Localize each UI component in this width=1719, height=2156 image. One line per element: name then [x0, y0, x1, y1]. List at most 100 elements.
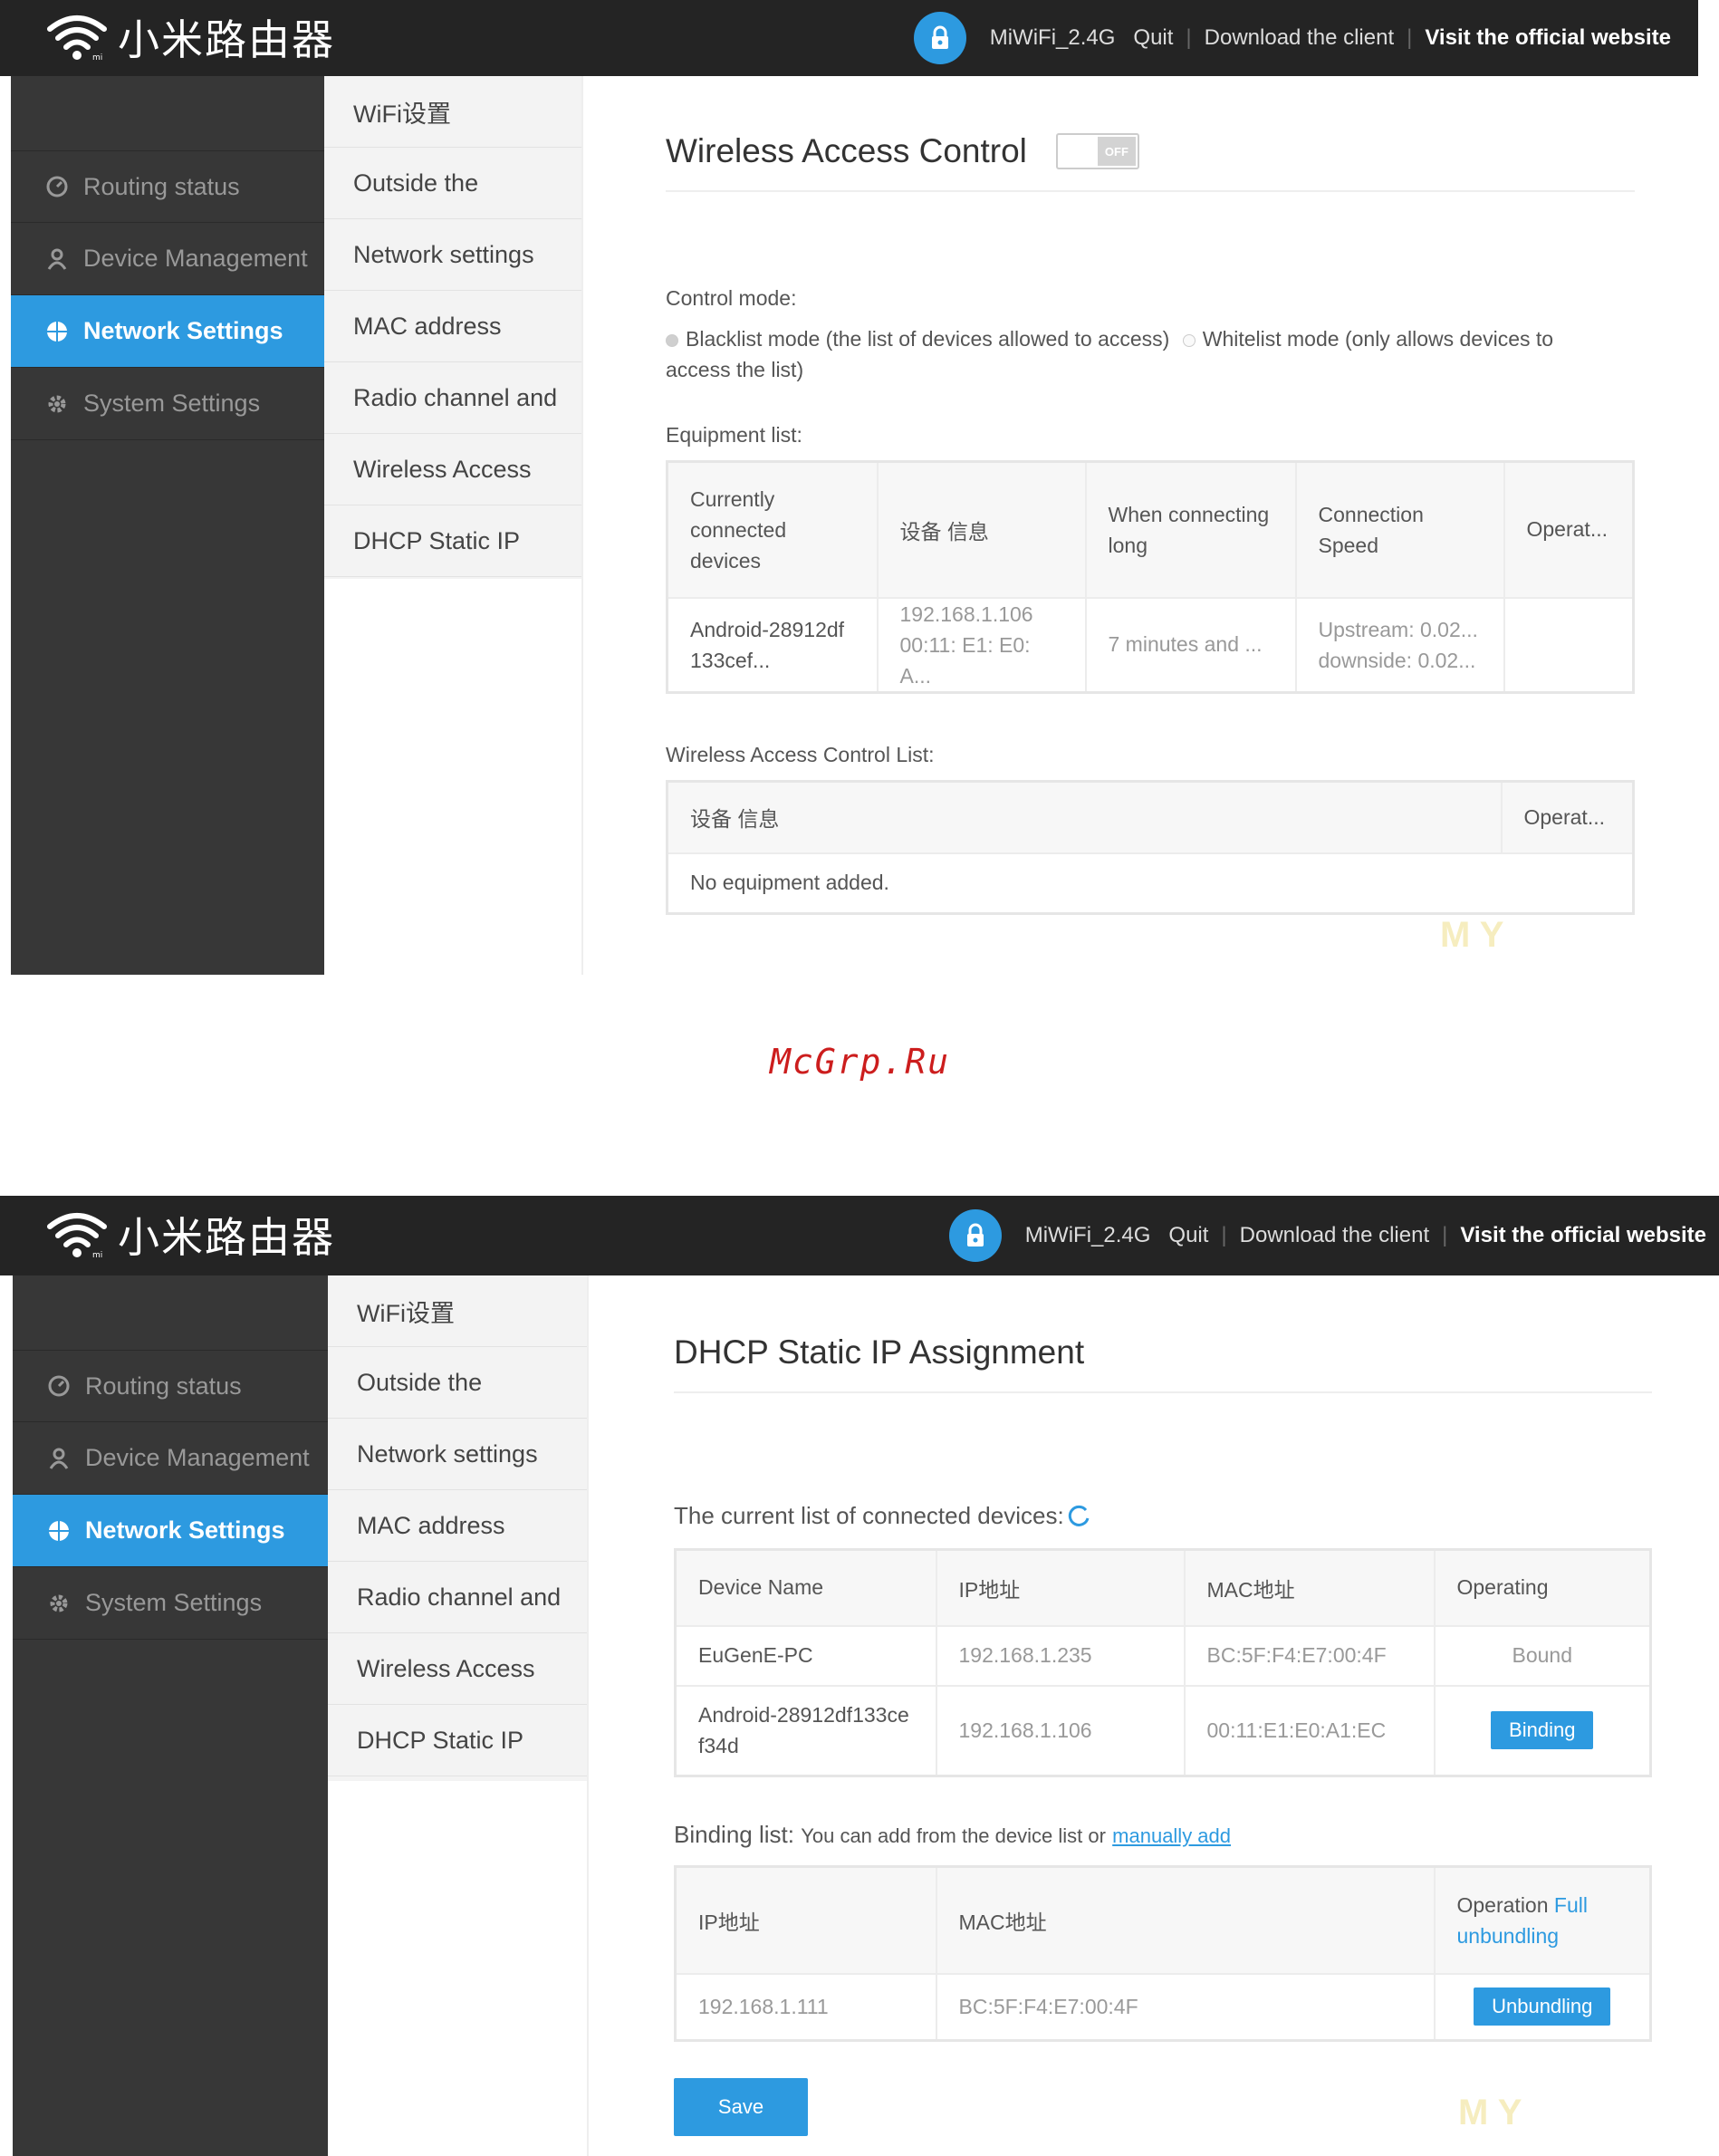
table-row: Android-28912df133cef34d 192.168.1.106 0… — [674, 1684, 1652, 1777]
refresh-icon[interactable] — [1068, 1505, 1091, 1528]
blacklist-radio[interactable] — [666, 333, 678, 347]
control-mode-options: Blacklist mode (the list of devices allo… — [666, 323, 1589, 385]
mac-cell: 00:11:E1:E0:A1:EC — [1183, 1684, 1436, 1777]
official-website-link[interactable]: Visit the official website — [1425, 25, 1671, 51]
brand-name: 小米路由器 — [118, 15, 335, 64]
sidebar-item-system-settings[interactable]: System Settings — [13, 1567, 328, 1640]
table-header-row: IP地址 MAC地址 Operation Full unbundling — [674, 1865, 1652, 1975]
submenu-item-dhcp-static-ip[interactable]: DHCP Static IP — [328, 1705, 587, 1776]
table-row: No equipment added. — [666, 852, 1635, 914]
whitelist-radio[interactable] — [1182, 333, 1196, 347]
submenu-item-dhcp-static-ip[interactable]: DHCP Static IP — [324, 505, 581, 577]
submenu-item-mac-address[interactable]: MAC address — [324, 291, 581, 362]
submenu-item-network-settings[interactable]: Network settings — [328, 1419, 587, 1490]
gear-icon — [47, 1592, 71, 1615]
table-row: 192.168.1.111 BC:5F:F4:E7:00:4F Unbundli… — [674, 1972, 1652, 2042]
speed-cell: Upstream: 0.02... downside: 0.02... — [1294, 596, 1505, 693]
lock-badge[interactable] — [948, 1209, 1002, 1262]
svg-text:mi: mi — [92, 1251, 102, 1259]
control-mode-label: Control mode: — [666, 286, 797, 310]
quit-link[interactable]: Quit — [1133, 25, 1173, 51]
page-title: Wireless Access Control OFF — [666, 132, 1635, 170]
column-header: IP地址 — [935, 1548, 1186, 1627]
ip-cell: 192.168.1.111 — [674, 1972, 937, 2042]
mac-cell: BC:5F:F4:E7:00:4F — [1183, 1624, 1436, 1687]
current-devices-text: The current list of connected devices: — [674, 1502, 1064, 1529]
brand-logo[interactable]: mi 小米路由器 — [45, 1205, 335, 1265]
user-icon — [47, 1447, 71, 1470]
sidebar-item-routing-status[interactable]: Routing status — [11, 150, 324, 223]
brand-logo[interactable]: mi 小米路由器 — [45, 7, 335, 67]
sidebar-item-system-settings[interactable]: System Settings — [11, 368, 324, 440]
submenu-item-outside[interactable]: Outside the — [328, 1347, 587, 1419]
sub-menu: WiFi设置 Outside the Network settings MAC … — [324, 76, 581, 579]
lock-badge[interactable] — [913, 12, 966, 64]
column-header: 设备 信息 — [666, 780, 1503, 854]
sidebar-item-label: Routing status — [83, 172, 240, 200]
empty-message: No equipment added. — [666, 852, 1635, 914]
blacklist-label[interactable]: Blacklist mode (the list of devices allo… — [686, 327, 1169, 351]
nav-separator: | — [1221, 1223, 1227, 1247]
ip-cell: 192.168.1.235 — [935, 1624, 1186, 1687]
device-name-cell: Android-28912df133cef34d — [674, 1684, 937, 1777]
connected-devices-table: Device Name IP地址 MAC地址 Operating EuGenE-… — [674, 1548, 1652, 1777]
column-header: Currently connected devices — [666, 460, 879, 599]
submenu-item-wireless-access[interactable]: Wireless Access — [328, 1633, 587, 1705]
column-header: Operat... — [1503, 460, 1635, 599]
device-name-cell: Android-28912df133cef... — [666, 596, 879, 693]
page-title-text: DHCP Static IP Assignment — [674, 1333, 1085, 1371]
column-header: Operat... — [1500, 780, 1635, 854]
submenu-divider — [587, 1275, 589, 2156]
official-website-link[interactable]: Visit the official website — [1460, 1223, 1706, 1248]
sidebar-item-device-management[interactable]: Device Management — [11, 223, 324, 295]
column-header: Operating — [1433, 1548, 1652, 1627]
column-header: 设备 信息 — [876, 460, 1087, 599]
sidebar-item-label: Device Management — [83, 245, 308, 272]
sidebar-item-label: Device Management — [85, 1444, 310, 1471]
operation-cell: Binding — [1433, 1684, 1652, 1777]
sidebar: Routing status Device Management Network… — [13, 1275, 344, 2156]
sidebar-item-device-management[interactable]: Device Management — [13, 1422, 328, 1495]
network-name: MiWiFi_2.4G — [989, 25, 1116, 50]
sidebar-item-label: System Settings — [85, 1589, 263, 1616]
current-devices-label: The current list of connected devices: — [674, 1502, 1652, 1530]
gauge-icon — [47, 1374, 71, 1398]
table-header-row: Device Name IP地址 MAC地址 Operating — [674, 1548, 1652, 1627]
svg-text:mi: mi — [92, 53, 102, 62]
manually-add-link[interactable]: manually add — [1112, 1824, 1231, 1847]
submenu-item-wireless-access[interactable]: Wireless Access — [324, 434, 581, 505]
download-client-link[interactable]: Download the client — [1240, 1223, 1429, 1248]
table-header-row: 设备 信息 Operat... — [666, 780, 1635, 854]
quit-link[interactable]: Quit — [1168, 1223, 1208, 1248]
submenu-item-network-settings[interactable]: Network settings — [324, 219, 581, 291]
faint-watermark: M Y — [1458, 2093, 1522, 2132]
submenu-item-radio-channel[interactable]: Radio channel and — [324, 362, 581, 434]
submenu-item-wifi[interactable]: WiFi设置 — [328, 1275, 587, 1347]
user-icon — [45, 247, 69, 271]
title-divider — [666, 190, 1635, 192]
table-row: Android-28912df133cef... 192.168.1.106 0… — [666, 596, 1635, 693]
nav-separator: | — [1442, 1223, 1448, 1247]
submenu-item-mac-address[interactable]: MAC address — [328, 1490, 587, 1562]
connect-time-cell: 7 minutes and ... — [1084, 596, 1297, 693]
column-header: Connection Speed — [1294, 460, 1505, 599]
save-button[interactable]: Save — [674, 2078, 808, 2136]
download-client-link[interactable]: Download the client — [1205, 25, 1394, 51]
downstream-speed: downside: 0.02... — [1318, 648, 1476, 672]
unbundling-button[interactable]: Unbundling — [1474, 1988, 1611, 2026]
top-bar: mi 小米路由器 MiWiFi_2.4G Quit | Download the… — [0, 0, 1698, 76]
sidebar-item-network-settings[interactable]: Network Settings — [11, 295, 341, 368]
table-row: EuGenE-PC 192.168.1.235 BC:5F:F4:E7:00:4… — [674, 1624, 1652, 1687]
submenu-item-radio-channel[interactable]: Radio channel and — [328, 1562, 587, 1633]
submenu-item-outside[interactable]: Outside the — [324, 148, 581, 219]
binding-button[interactable]: Binding — [1491, 1711, 1594, 1750]
sidebar-item-label: Routing status — [85, 1372, 242, 1400]
top-nav: MiWiFi_2.4G Quit | Download the client |… — [913, 11, 1680, 65]
brand-name: 小米路由器 — [118, 1213, 335, 1262]
sidebar: Routing status Device Management Network… — [11, 76, 341, 975]
access-control-toggle[interactable]: OFF — [1055, 133, 1139, 169]
sidebar-item-network-settings[interactable]: Network Settings — [13, 1495, 344, 1567]
sidebar-item-label: Network Settings — [83, 317, 283, 344]
sidebar-item-routing-status[interactable]: Routing status — [13, 1350, 328, 1422]
submenu-item-wifi[interactable]: WiFi设置 — [324, 76, 581, 148]
